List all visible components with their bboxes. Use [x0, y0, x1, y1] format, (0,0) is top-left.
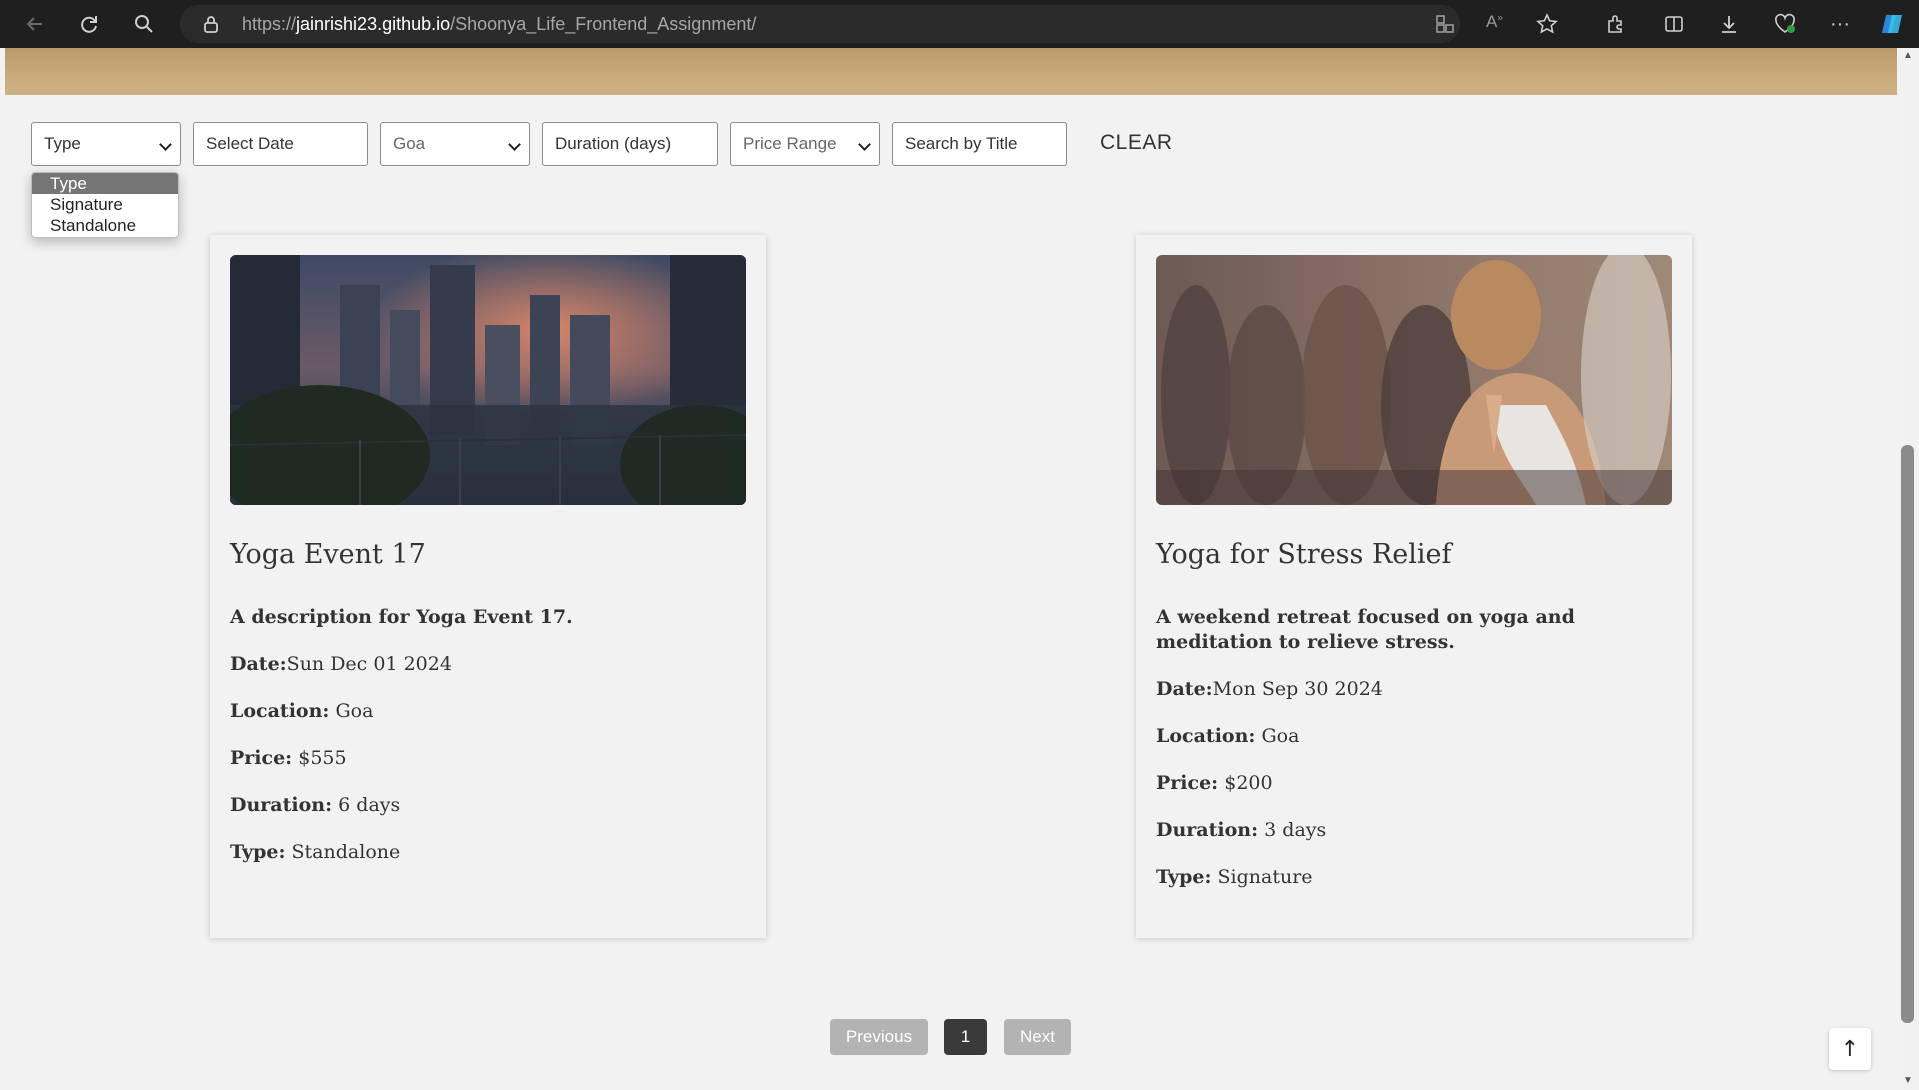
copilot-icon[interactable]: [1878, 9, 1908, 39]
event-duration: Duration: 6 days: [230, 793, 746, 818]
event-price: Price: $555: [230, 746, 746, 771]
location-select[interactable]: Goa: [380, 122, 530, 166]
search-title-placeholder: Search by Title: [905, 134, 1018, 153]
read-aloud-icon[interactable]: A»: [1486, 12, 1503, 32]
event-duration: Duration: 3 days: [1156, 818, 1672, 843]
price-range-select[interactable]: Price Range: [730, 122, 880, 166]
date-input[interactable]: Select Date: [193, 122, 368, 166]
event-description: A weekend retreat focused on yoga and me…: [1156, 606, 1575, 653]
location-select-value: Goa: [393, 134, 426, 153]
scroll-up-arrow-icon[interactable]: ▲: [1902, 50, 1914, 62]
duration-input[interactable]: Duration (days): [542, 122, 718, 166]
event-type: Type: Signature: [1156, 865, 1672, 890]
address-bar[interactable]: https://jainrishi23.github.io/Shoonya_Li…: [180, 5, 1558, 43]
event-date: Date:Sun Dec 01 2024: [230, 652, 746, 677]
type-label: Type:: [230, 841, 286, 863]
download-icon[interactable]: [1714, 9, 1744, 39]
price-value: $555: [298, 747, 347, 769]
duration-label: Duration:: [1156, 819, 1259, 841]
type-dropdown-list[interactable]: Type Signature Standalone: [31, 172, 179, 238]
url-prefix: https://: [242, 13, 297, 34]
type-select[interactable]: Type: [31, 122, 181, 166]
event-image-city-sunset: [230, 255, 746, 505]
date-label: Date:: [230, 653, 287, 675]
date-input-placeholder: Select Date: [206, 134, 294, 153]
price-value: $200: [1224, 772, 1273, 794]
type-option-standalone[interactable]: Standalone: [32, 215, 178, 236]
location-value: Goa: [1261, 725, 1300, 747]
url-path: /Shoonya_Life_Frontend_Assignment/: [450, 13, 757, 34]
event-location: Location: Goa: [1156, 724, 1672, 749]
event-details: A weekend retreat focused on yoga and me…: [1156, 605, 1672, 912]
next-page-button[interactable]: Next: [1004, 1019, 1071, 1055]
lock-icon[interactable]: [202, 15, 220, 38]
type-value: Standalone: [291, 841, 401, 863]
browser-toolbar: https://jainrishi23.github.io/Shoonya_Li…: [0, 0, 1919, 48]
refresh-icon[interactable]: [74, 9, 104, 39]
search-icon[interactable]: [129, 9, 159, 39]
date-label: Date:: [1156, 678, 1213, 700]
clear-button[interactable]: CLEAR: [1100, 131, 1173, 155]
duration-value: 3 days: [1264, 819, 1327, 841]
type-select-value: Type: [44, 134, 81, 153]
event-image-meditation-class: [1156, 255, 1672, 505]
type-label: Type:: [1156, 866, 1212, 888]
type-option-signature[interactable]: Signature: [32, 194, 178, 215]
scrollbar-thumb[interactable]: [1901, 445, 1914, 1023]
app-available-icon[interactable]: [1435, 14, 1455, 39]
back-icon[interactable]: [20, 9, 50, 39]
date-value: Mon Sep 30 2024: [1212, 678, 1383, 700]
event-price: Price: $200: [1156, 771, 1672, 796]
browser-essentials-icon[interactable]: [1770, 9, 1800, 39]
event-type: Type: Standalone: [230, 840, 746, 865]
date-value: Sun Dec 01 2024: [286, 653, 452, 675]
location-label: Location:: [230, 700, 330, 722]
search-title-input[interactable]: Search by Title: [892, 122, 1067, 166]
type-value: Signature: [1217, 866, 1313, 888]
event-card[interactable]: Yoga Event 17 A description for Yoga Eve…: [210, 235, 766, 938]
location-label: Location:: [1156, 725, 1256, 747]
event-description: A description for Yoga Event 17.: [230, 606, 573, 628]
price-range-select-value: Price Range: [743, 134, 837, 153]
duration-value: 6 days: [338, 794, 401, 816]
event-location: Location: Goa: [230, 699, 746, 724]
event-title: Yoga Event 17: [230, 539, 426, 570]
event-card[interactable]: Yoga for Stress Relief A weekend retreat…: [1136, 235, 1692, 938]
scroll-to-top-button[interactable]: ↑: [1829, 1028, 1871, 1070]
extensions-icon[interactable]: [1600, 9, 1630, 39]
url-text: https://jainrishi23.github.io/Shoonya_Li…: [242, 14, 756, 35]
hero-banner-image: [5, 48, 1897, 95]
price-label: Price:: [1156, 772, 1219, 794]
previous-page-button[interactable]: Previous: [830, 1019, 928, 1055]
event-details: A description for Yoga Event 17. Date:Su…: [230, 605, 746, 887]
duration-input-placeholder: Duration (days): [555, 134, 672, 153]
more-options-icon[interactable]: ···: [1825, 9, 1855, 39]
price-label: Price:: [230, 747, 293, 769]
duration-label: Duration:: [230, 794, 333, 816]
split-screen-icon[interactable]: [1659, 9, 1689, 39]
url-host: jainrishi23.github.io: [296, 13, 451, 34]
page-1-button[interactable]: 1: [944, 1019, 987, 1055]
location-value: Goa: [335, 700, 374, 722]
scroll-down-arrow-icon[interactable]: ▼: [1902, 1075, 1914, 1087]
event-title: Yoga for Stress Relief: [1156, 539, 1452, 570]
type-option-type[interactable]: Type: [32, 173, 178, 194]
favorite-star-icon[interactable]: [1536, 13, 1558, 40]
event-date: Date:Mon Sep 30 2024: [1156, 677, 1672, 702]
